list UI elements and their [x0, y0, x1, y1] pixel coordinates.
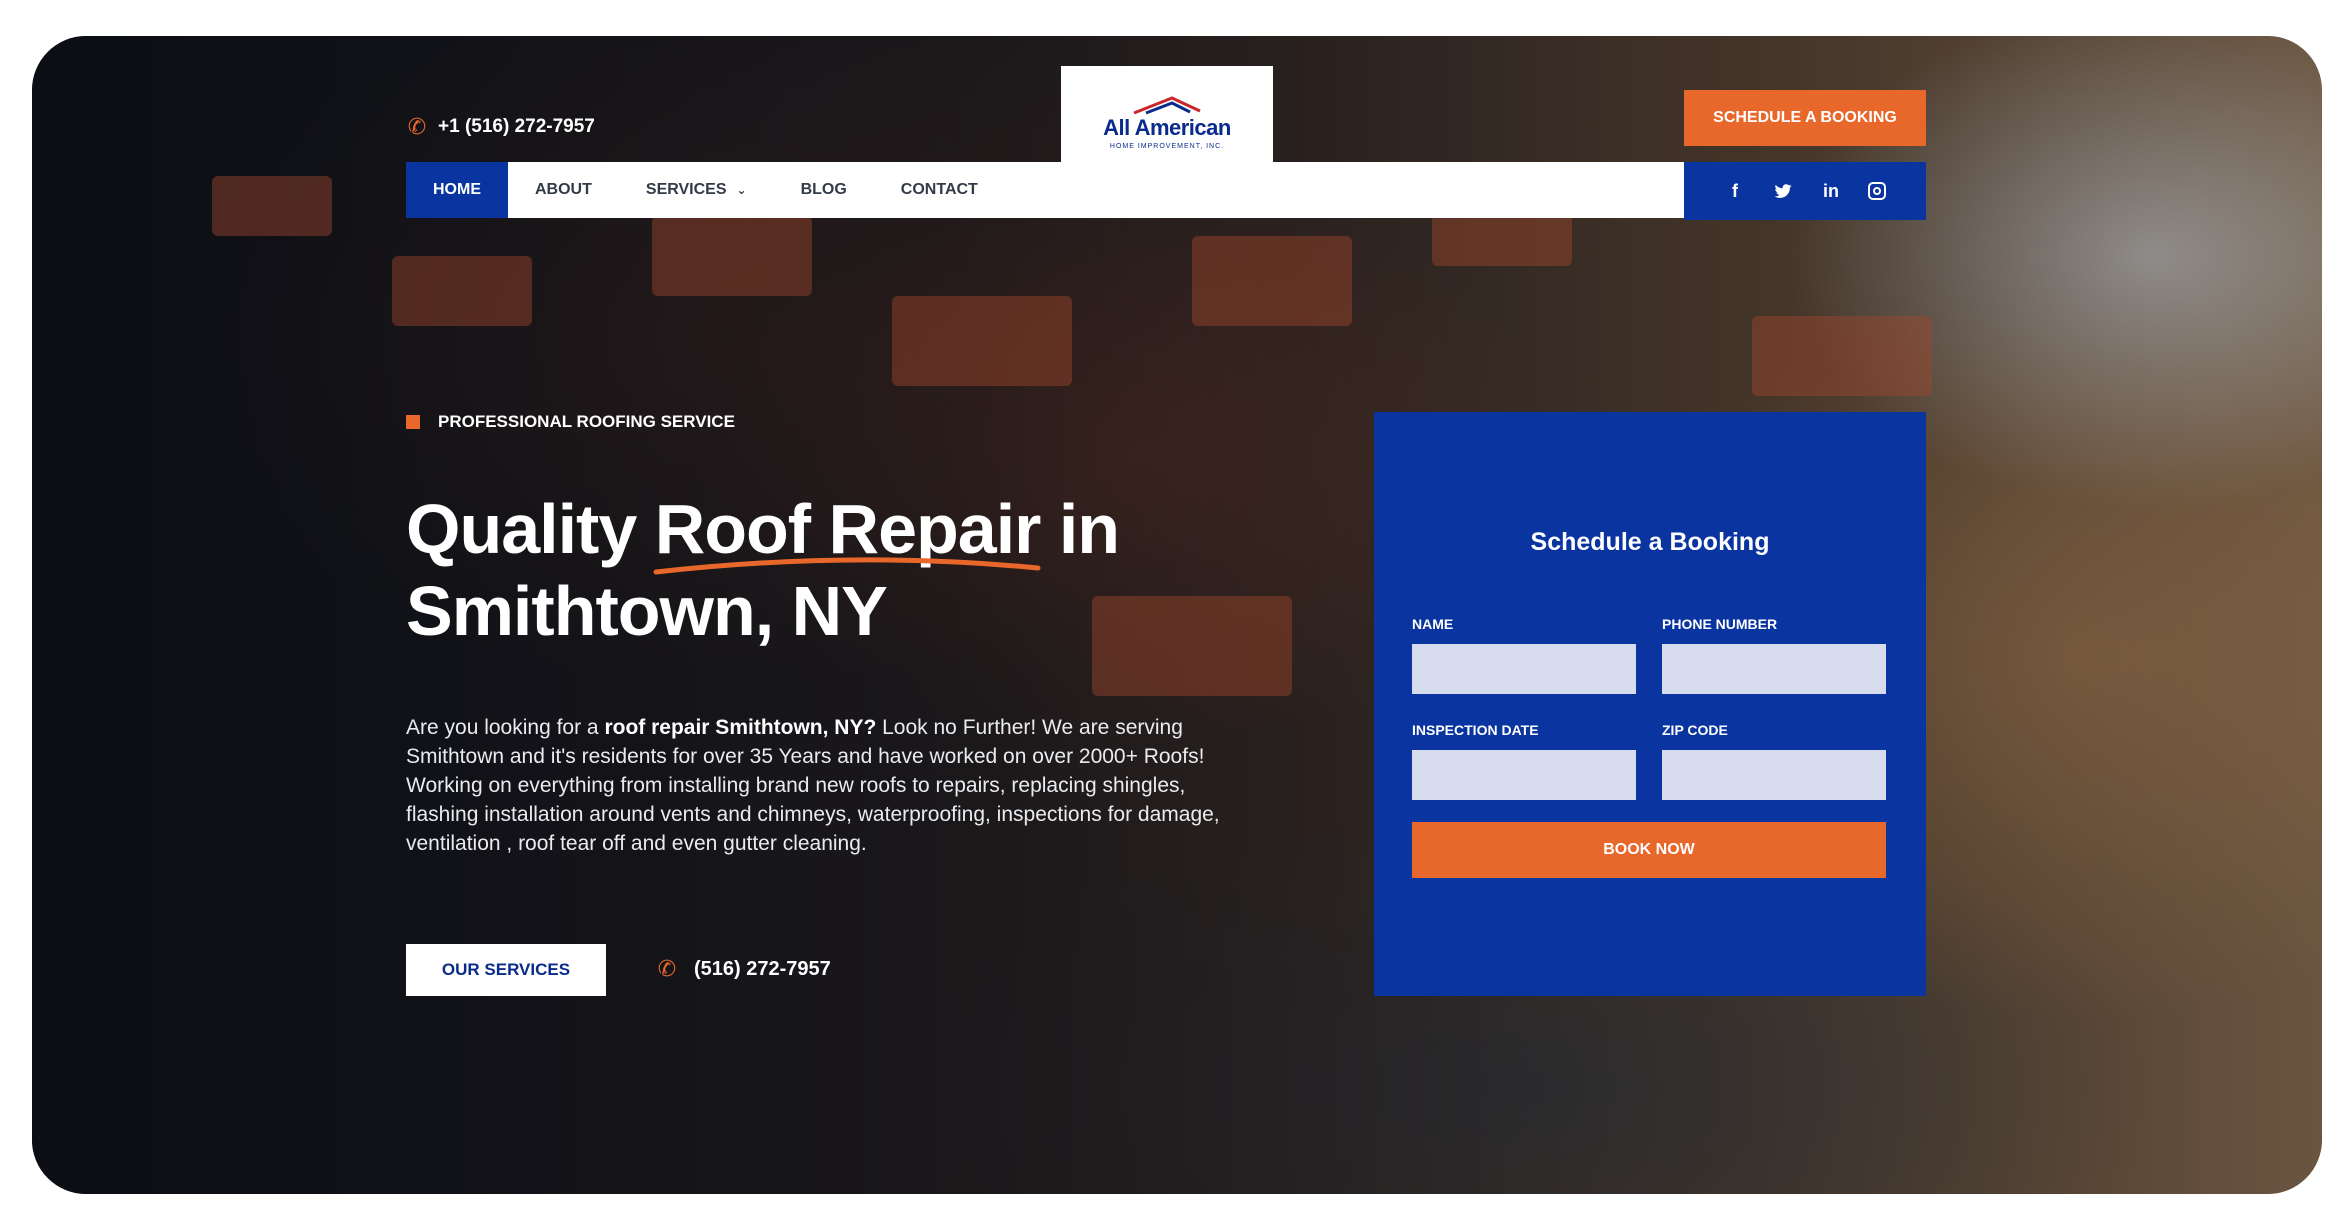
house-roof-icon [1133, 95, 1201, 114]
nav-item-contact[interactable]: CONTACT [874, 162, 1005, 218]
book-now-button[interactable]: BOOK NOW [1412, 822, 1886, 878]
hero-description: Are you looking for a roof repair Smitht… [406, 713, 1236, 858]
phone-label: PHONE NUMBER [1662, 616, 1778, 632]
phone-icon: ✆ [407, 114, 427, 139]
hero-eyebrow: PROFESSIONAL ROOFING SERVICE [406, 412, 735, 432]
nav-item-blog[interactable]: BLOG [774, 162, 874, 218]
schedule-booking-button[interactable]: SCHEDULE A BOOKING [1684, 90, 1926, 146]
linkedin-icon[interactable]: in [1820, 181, 1842, 202]
nav-item-services[interactable]: SERVICES ⌄ [619, 162, 774, 218]
name-input[interactable] [1412, 644, 1636, 694]
social-links: f in [1684, 162, 1926, 220]
zip-code-label: ZIP CODE [1662, 722, 1728, 738]
header-phone-number: +1 (516) 272-7957 [438, 116, 595, 137]
nav-item-label: CONTACT [900, 181, 978, 198]
logo-brand: All American [1103, 114, 1231, 140]
chevron-down-icon: ⌄ [736, 183, 747, 197]
zip-code-input[interactable] [1662, 750, 1886, 800]
twitter-icon[interactable] [1772, 181, 1794, 201]
logo-tagline: HOME IMPROVEMENT, INC. [1109, 142, 1225, 150]
desc-bold: roof repair Smithtown, NY? [604, 716, 877, 739]
our-services-button[interactable]: OUR SERVICES [406, 944, 606, 996]
facebook-icon[interactable]: f [1724, 181, 1746, 202]
eyebrow-text: PROFESSIONAL ROOFING SERVICE [438, 412, 735, 431]
instagram-icon[interactable] [1868, 182, 1886, 200]
nav-item-about[interactable]: ABOUT [508, 162, 619, 218]
main-nav: HOME ABOUT SERVICES ⌄ BLOG CONTACT [406, 162, 1684, 218]
nav-item-label: SERVICES [645, 181, 727, 198]
phone-input[interactable] [1662, 644, 1886, 694]
desc-lead: Are you looking for a [406, 716, 605, 739]
square-bullet-icon [406, 415, 420, 429]
name-label: NAME [1412, 616, 1454, 632]
header-phone[interactable]: ✆ +1 (516) 272-7957 [406, 114, 595, 140]
booking-form: Schedule a Booking NAME PHONE NUMBER INS… [1374, 412, 1926, 996]
nav-item-home[interactable]: HOME [406, 162, 508, 218]
headline-underline-swoosh [653, 557, 1041, 575]
nav-item-label: ABOUT [535, 181, 592, 198]
headline-line-2: Smithtown, NY [406, 572, 888, 650]
phone-icon: ✆ [657, 956, 677, 981]
hero-phone-link[interactable]: ✆ (516) 272-7957 [656, 956, 831, 982]
inspection-date-label: INSPECTION DATE [1412, 722, 1539, 738]
hero-phone-number: (516) 272-7957 [694, 957, 831, 980]
hero-headline: Quality Roof Repair in Smithtown, NY [406, 488, 1306, 652]
booking-title: Schedule a Booking [1530, 528, 1770, 556]
nav-item-label: HOME [433, 181, 481, 198]
inspection-date-input[interactable] [1412, 750, 1636, 800]
nav-item-label: BLOG [800, 181, 847, 198]
